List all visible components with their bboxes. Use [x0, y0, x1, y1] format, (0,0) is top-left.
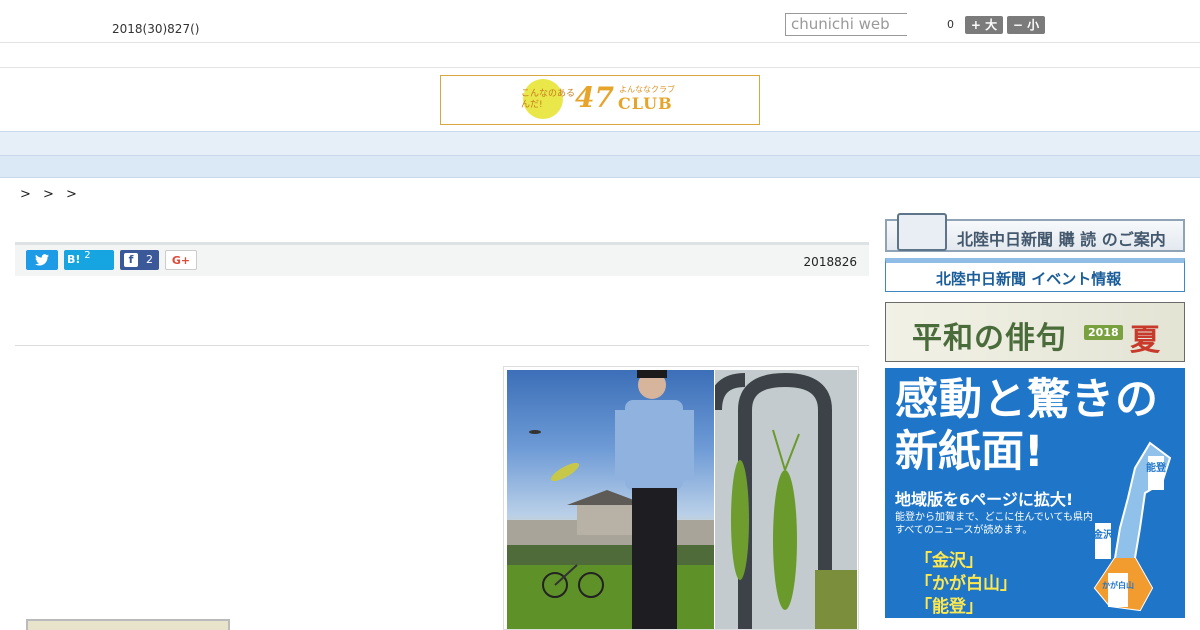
article-divider	[15, 345, 869, 346]
subscription-ad[interactable]: 北陸中日新聞 購 読 のご案内	[885, 213, 1185, 252]
nav-item-2[interactable]	[252, 136, 282, 155]
hatena-bookmark-button[interactable]: B! 2	[64, 250, 114, 270]
header-spacer	[0, 43, 1200, 68]
top-bar: 2018(30)827() chunichi web 0 + 大 − 小	[0, 0, 1200, 43]
haiku-title: 平和の俳句	[912, 321, 1067, 356]
haiku-season: 夏	[1130, 323, 1160, 358]
edition-kanazawa: 「金沢」	[915, 551, 983, 571]
map-label-kaga: かが白山	[1102, 580, 1134, 590]
map-label-kanazawa: 金沢	[1092, 528, 1114, 541]
map-label-noto: 能登	[1146, 461, 1167, 474]
twitter-icon	[35, 254, 49, 266]
nav-item-8[interactable]	[732, 136, 762, 155]
google-plus-button[interactable]: G+	[165, 250, 197, 270]
ad-headline-2: 新紙面!	[895, 427, 1044, 477]
events-ad[interactable]: 北陸中日新聞 イベント情報	[885, 258, 1185, 292]
nav-item-1[interactable]	[172, 136, 202, 155]
search-input[interactable]: chunichi web	[785, 13, 907, 36]
nav-item-5[interactable]	[492, 136, 522, 155]
sub-nav	[0, 156, 1200, 178]
ad-headline-1: 感動と驚きの	[895, 375, 1159, 425]
publish-date: 2018826	[803, 255, 857, 269]
haiku-year: 2018	[1084, 325, 1123, 340]
edition-noto: 「能登」	[915, 597, 983, 617]
banner-club: CLUB	[618, 94, 673, 113]
hatena-count: 2	[84, 250, 91, 261]
nav-item-3[interactable]	[332, 136, 362, 155]
photo-grasshoppers-railing	[715, 370, 857, 629]
article-share-bar: B! 2 f 2 G+ 2018826	[15, 242, 869, 276]
photo-man-grasshopper	[507, 370, 714, 629]
banner-number: 47	[575, 81, 614, 114]
facebook-share-button[interactable]: f 2	[120, 250, 159, 270]
font-smaller-button[interactable]: − 小	[1007, 16, 1045, 34]
photo-scene	[507, 370, 714, 629]
breadcrumb[interactable]: > > >	[20, 187, 81, 202]
facebook-count: 2	[146, 253, 153, 266]
new-newspaper-ad[interactable]: 感動と驚きの 新紙面! 地域版を6ページに拡大! 能登から加賀まで、どこに住んで…	[885, 368, 1185, 618]
font-size-value: 0	[947, 18, 954, 31]
47club-banner[interactable]: こんなのあるんだ! 47 よんななクラブ CLUB	[440, 75, 760, 125]
events-ad-text: 北陸中日新聞 イベント情報	[936, 270, 1122, 288]
font-larger-button[interactable]: + 大	[965, 16, 1003, 34]
edition-kaga-hakusan: 「かが白山」	[915, 574, 1017, 594]
banner-tagline: こんなのあるんだ!	[521, 89, 576, 110]
ad-body: 能登から加賀まで、どこに住んでいても県内すべてのニュースが読めます。	[895, 512, 1093, 536]
facebook-icon: f	[124, 253, 138, 267]
ad-subheadline: 地域版を6ページに拡大!	[895, 490, 1074, 509]
nav-item-7[interactable]	[652, 136, 682, 155]
newspaper-book-icon	[897, 213, 947, 251]
nav-item-6[interactable]	[572, 136, 602, 155]
ishikawa-map: 能登 金沢 かが白山	[1092, 441, 1172, 612]
article-thumbnail[interactable]	[26, 619, 230, 630]
nav-item-4[interactable]	[412, 136, 442, 155]
subscription-ad-text: 北陸中日新聞 購 読 のご案内	[957, 230, 1166, 249]
hatena-label: B!	[67, 253, 81, 266]
main-nav	[0, 131, 1200, 156]
photo-railing-scene	[715, 370, 857, 629]
header-date: 2018(30)827()	[112, 22, 200, 36]
peace-haiku-ad[interactable]: 平和の俳句 2018 夏	[885, 302, 1185, 362]
article-photo[interactable]	[503, 366, 859, 630]
twitter-share-button[interactable]	[26, 250, 58, 270]
nav-item-9[interactable]	[812, 136, 842, 155]
